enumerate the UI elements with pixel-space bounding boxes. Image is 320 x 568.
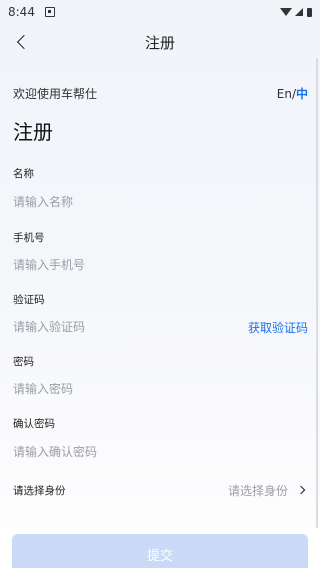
back-arrow-icon [16, 34, 32, 50]
chevron-right-icon [296, 485, 306, 495]
signal-icon [295, 8, 303, 16]
scrollbar[interactable] [316, 58, 318, 528]
welcome-text: 欢迎使用车帮仕 [13, 86, 98, 101]
identity-label: 请选择身份 [13, 484, 66, 497]
status-bar: 8:44 [0, 0, 320, 24]
register-screen: 8:44 注册 欢迎使用车帮仕 En/中 注册 名称 手机号 验证码 获取验证码… [0, 0, 320, 568]
name-input[interactable] [13, 191, 243, 213]
page-title: 注册 [13, 120, 53, 144]
status-icons [280, 7, 312, 17]
submit-button[interactable]: 提交 [12, 534, 308, 568]
back-button[interactable] [12, 32, 32, 52]
nav-bar: 注册 [0, 24, 320, 60]
phone-input[interactable] [13, 254, 243, 276]
code-label: 验证码 [13, 294, 45, 306]
confirm-password-label: 确认密码 [13, 418, 55, 430]
password-label: 密码 [13, 356, 34, 368]
welcome-row: 欢迎使用车帮仕 En/中 [13, 84, 308, 102]
lang-option-en[interactable]: En [277, 87, 292, 101]
a-notification-icon [44, 7, 55, 17]
confirm-password-input[interactable] [13, 441, 243, 463]
battery-icon [307, 7, 312, 17]
code-input[interactable] [13, 316, 243, 338]
phone-label: 手机号 [13, 232, 45, 244]
lang-option-zh[interactable]: 中 [296, 87, 308, 101]
nav-title: 注册 [144, 33, 175, 52]
name-label: 名称 [13, 168, 34, 180]
status-time: 8:44 [8, 5, 35, 19]
get-code-button[interactable]: 获取验证码 [248, 319, 308, 336]
language-switch[interactable]: En/中 [277, 85, 308, 102]
password-input[interactable] [13, 378, 243, 400]
wifi-icon [280, 8, 292, 16]
identity-select[interactable]: 请选择身份 请选择身份 [13, 480, 308, 500]
identity-value: 请选择身份 [227, 483, 288, 498]
